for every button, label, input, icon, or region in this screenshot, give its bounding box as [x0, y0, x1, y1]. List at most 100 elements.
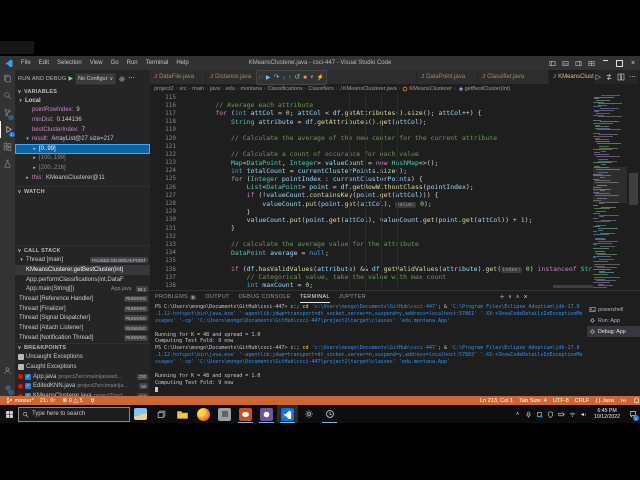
code-line[interactable]: 120 // Calculate the average of the new … — [150, 134, 593, 142]
code-line[interactable]: 125 for (Integer pointIndex : currentClu… — [150, 175, 593, 183]
taskbar-task-view[interactable] — [151, 405, 172, 423]
continue-icon[interactable]: ▶ — [266, 75, 271, 81]
taskbar-widgets[interactable] — [130, 405, 151, 423]
code-line[interactable]: 138 int maxCount = 0; — [150, 281, 593, 289]
tray-volume[interactable] — [579, 408, 588, 420]
tray-app-with-badge[interactable] — [535, 408, 544, 420]
taskbar-vscode[interactable] — [277, 405, 298, 423]
panel-tab-terminal[interactable]: TERMINAL — [300, 291, 330, 303]
breakpoint-row[interactable]: Uncaught Exceptions — [15, 353, 150, 363]
start-button[interactable] — [0, 405, 18, 423]
status-cursor-position[interactable]: Ln 213, Col 1 — [477, 398, 516, 404]
maximize-panel-icon[interactable]: ∧ — [516, 294, 520, 300]
breakpoint-checkbox[interactable]: ✓ — [25, 383, 31, 390]
code-line[interactable]: 116 // Average each attribute — [150, 101, 593, 109]
code-line[interactable]: 131 } — [150, 224, 593, 232]
taskbar-firefox[interactable] — [193, 405, 214, 423]
terminal-instance-debug-app[interactable]: Debug: App — [587, 326, 640, 337]
breadcrumb-item[interactable]: Classifiers — [308, 86, 333, 92]
breakpoint-row[interactable]: ✓ EditedKNN.java project2\src\main\ja... 60 — [15, 382, 150, 392]
breakpoint-row[interactable]: ✓ App.java project2\src\main\java\ed... 230 — [15, 372, 150, 382]
panel-tab-problems[interactable]: PROBLEMS 5 — [155, 291, 197, 303]
code-line[interactable]: 126 List<DataPoint> point = df.getRowWit… — [150, 183, 593, 191]
breakpoint-checkbox[interactable]: ✓ — [25, 373, 31, 380]
customize-layout-icon[interactable] — [585, 60, 598, 67]
code-line[interactable]: 136 if (df.hasValidValues(attribute) && … — [150, 265, 593, 274]
close-button[interactable]: × — [626, 60, 640, 67]
tray-battery[interactable] — [557, 408, 566, 420]
variables-section-header[interactable]: ∨ VARIABLES — [15, 87, 150, 96]
taskbar-search-input[interactable]: Type here to search — [18, 406, 130, 422]
code-line[interactable]: 119 — [150, 126, 593, 134]
variable-row[interactable]: ▸ [200..216] — [15, 163, 150, 173]
code-line[interactable]: 121 — [150, 142, 593, 150]
status-notifications[interactable] — [630, 397, 640, 404]
menu-run[interactable]: Run — [123, 56, 142, 70]
menu-help[interactable]: Help — [172, 56, 192, 70]
code-line[interactable]: 123 Map<DataPoint, Integer> valueCount =… — [150, 159, 593, 167]
taskbar-discord[interactable] — [235, 405, 256, 423]
status-language-mode[interactable]: { } Java — [592, 398, 617, 404]
split-editor-icon[interactable] — [617, 73, 625, 81]
menu-selection[interactable]: Selection — [53, 56, 86, 70]
code-line[interactable]: 128 valueCount.put(point.get(attCol), va… — [150, 199, 593, 208]
activity-testing[interactable] — [0, 155, 15, 172]
call-stack-row[interactable]: Thread [Signal Dispatcher] RUNNING — [15, 313, 150, 323]
code-line[interactable]: 130 valueCount.put(point.get(attCol), va… — [150, 216, 593, 224]
breakpoint-checkbox[interactable] — [18, 354, 24, 361]
code-line[interactable]: 132 — [150, 232, 593, 240]
code-line[interactable]: 135 — [150, 257, 593, 265]
start-debugging-icon[interactable]: ▶ — [68, 76, 73, 82]
taskbar-clock[interactable]: 6:45 PM 10/12/2022 — [594, 408, 620, 420]
tray-network[interactable] — [568, 408, 577, 420]
panel-tab-output[interactable]: OUTPUT — [205, 291, 229, 303]
menu-terminal[interactable]: Terminal — [142, 56, 173, 70]
status-git-branch[interactable]: master* — [3, 397, 37, 404]
code-line[interactable]: 122 // Calculate a count of occurance fo… — [150, 150, 593, 158]
step-over-icon[interactable]: ↷ — [273, 74, 279, 81]
status-problems[interactable]: ⊗ 0 △ 5 — [59, 397, 85, 404]
code-line[interactable]: 133 // calculate the average value for t… — [150, 240, 593, 248]
breadcrumb-item[interactable]: src — [179, 86, 186, 92]
variable-row[interactable]: pointRowIndex: 9 — [15, 106, 150, 116]
call-stack-row[interactable]: Thread [Notification Thread] RUNNING — [15, 333, 150, 343]
status-eol[interactable]: CRLF — [572, 398, 593, 404]
breadcrumb-item[interactable]: montana — [240, 86, 261, 92]
toggle-secondary-sidebar-icon[interactable] — [572, 60, 585, 67]
code-line[interactable]: 134 DataPoint average = null; — [150, 249, 593, 257]
breadcrumb-item[interactable]: main — [192, 86, 204, 92]
watch-section-header[interactable]: ∨ WATCH — [15, 186, 150, 196]
breadcrumb-item[interactable]: J KMeansClusterer.java — [339, 86, 396, 92]
status-indentation[interactable]: Tab Size: 4 — [516, 398, 550, 404]
menu-go[interactable]: Go — [107, 56, 123, 70]
variable-row[interactable]: minDist: 0.144136 — [15, 115, 150, 125]
taskbar-github-desktop[interactable] — [256, 405, 277, 423]
code-line[interactable]: 124 int totalCount = currentClusterPoint… — [150, 167, 593, 175]
horizontal-scrollbar[interactable] — [553, 285, 593, 288]
menu-view[interactable]: View — [86, 56, 107, 70]
new-terminal-icon[interactable]: + — [500, 294, 504, 301]
status-java-status[interactable] — [617, 397, 630, 404]
tray-microphone[interactable] — [524, 408, 533, 420]
breakpoints-section-header[interactable]: ∨ BREAKPOINTS — [15, 342, 150, 353]
tab-classifier-java[interactable]: J Classifier.java — [478, 70, 549, 84]
code-line[interactable]: 137 // Categorical value, take the value… — [150, 273, 593, 281]
call-stack-row[interactable]: App.performClassifications(int,DataF — [15, 275, 150, 285]
call-stack-section-header[interactable]: ∨ CALL STACK — [15, 245, 150, 255]
call-stack-row[interactable]: Thread [Finalizer] RUNNING — [15, 304, 150, 314]
close-panel-icon[interactable]: × — [523, 294, 527, 301]
variable-row[interactable]: ▸ [0..99] — [15, 143, 150, 154]
taskbar-file-explorer[interactable] — [172, 405, 193, 423]
panel-tab-debug-console[interactable]: DEBUG CONSOLE — [239, 291, 291, 303]
terminal-output[interactable]: PS C:\Users\mongo\Documents\GitHub\csci-… — [155, 304, 585, 396]
hot-code-replace-icon[interactable]: ⚡ — [317, 75, 324, 81]
call-stack-row[interactable]: Thread [Attach Listener] RUNNING — [15, 323, 150, 333]
variable-row[interactable]: ▸ this: KMeansClusterer@11 — [15, 173, 150, 183]
more-actions-icon[interactable]: ⋯ — [128, 75, 135, 82]
breadcrumb-item[interactable]: java — [210, 86, 220, 92]
taskbar-clock-app[interactable] — [319, 405, 340, 423]
terminal-instance-run-app[interactable]: Run: App — [587, 315, 640, 326]
call-stack-row[interactable]: App.main(String[]) App.java 55:1 — [15, 284, 150, 294]
tab-datapoint-java[interactable]: J DataPoint.java — [417, 70, 478, 84]
step-into-icon[interactable]: ↓ — [282, 75, 285, 81]
